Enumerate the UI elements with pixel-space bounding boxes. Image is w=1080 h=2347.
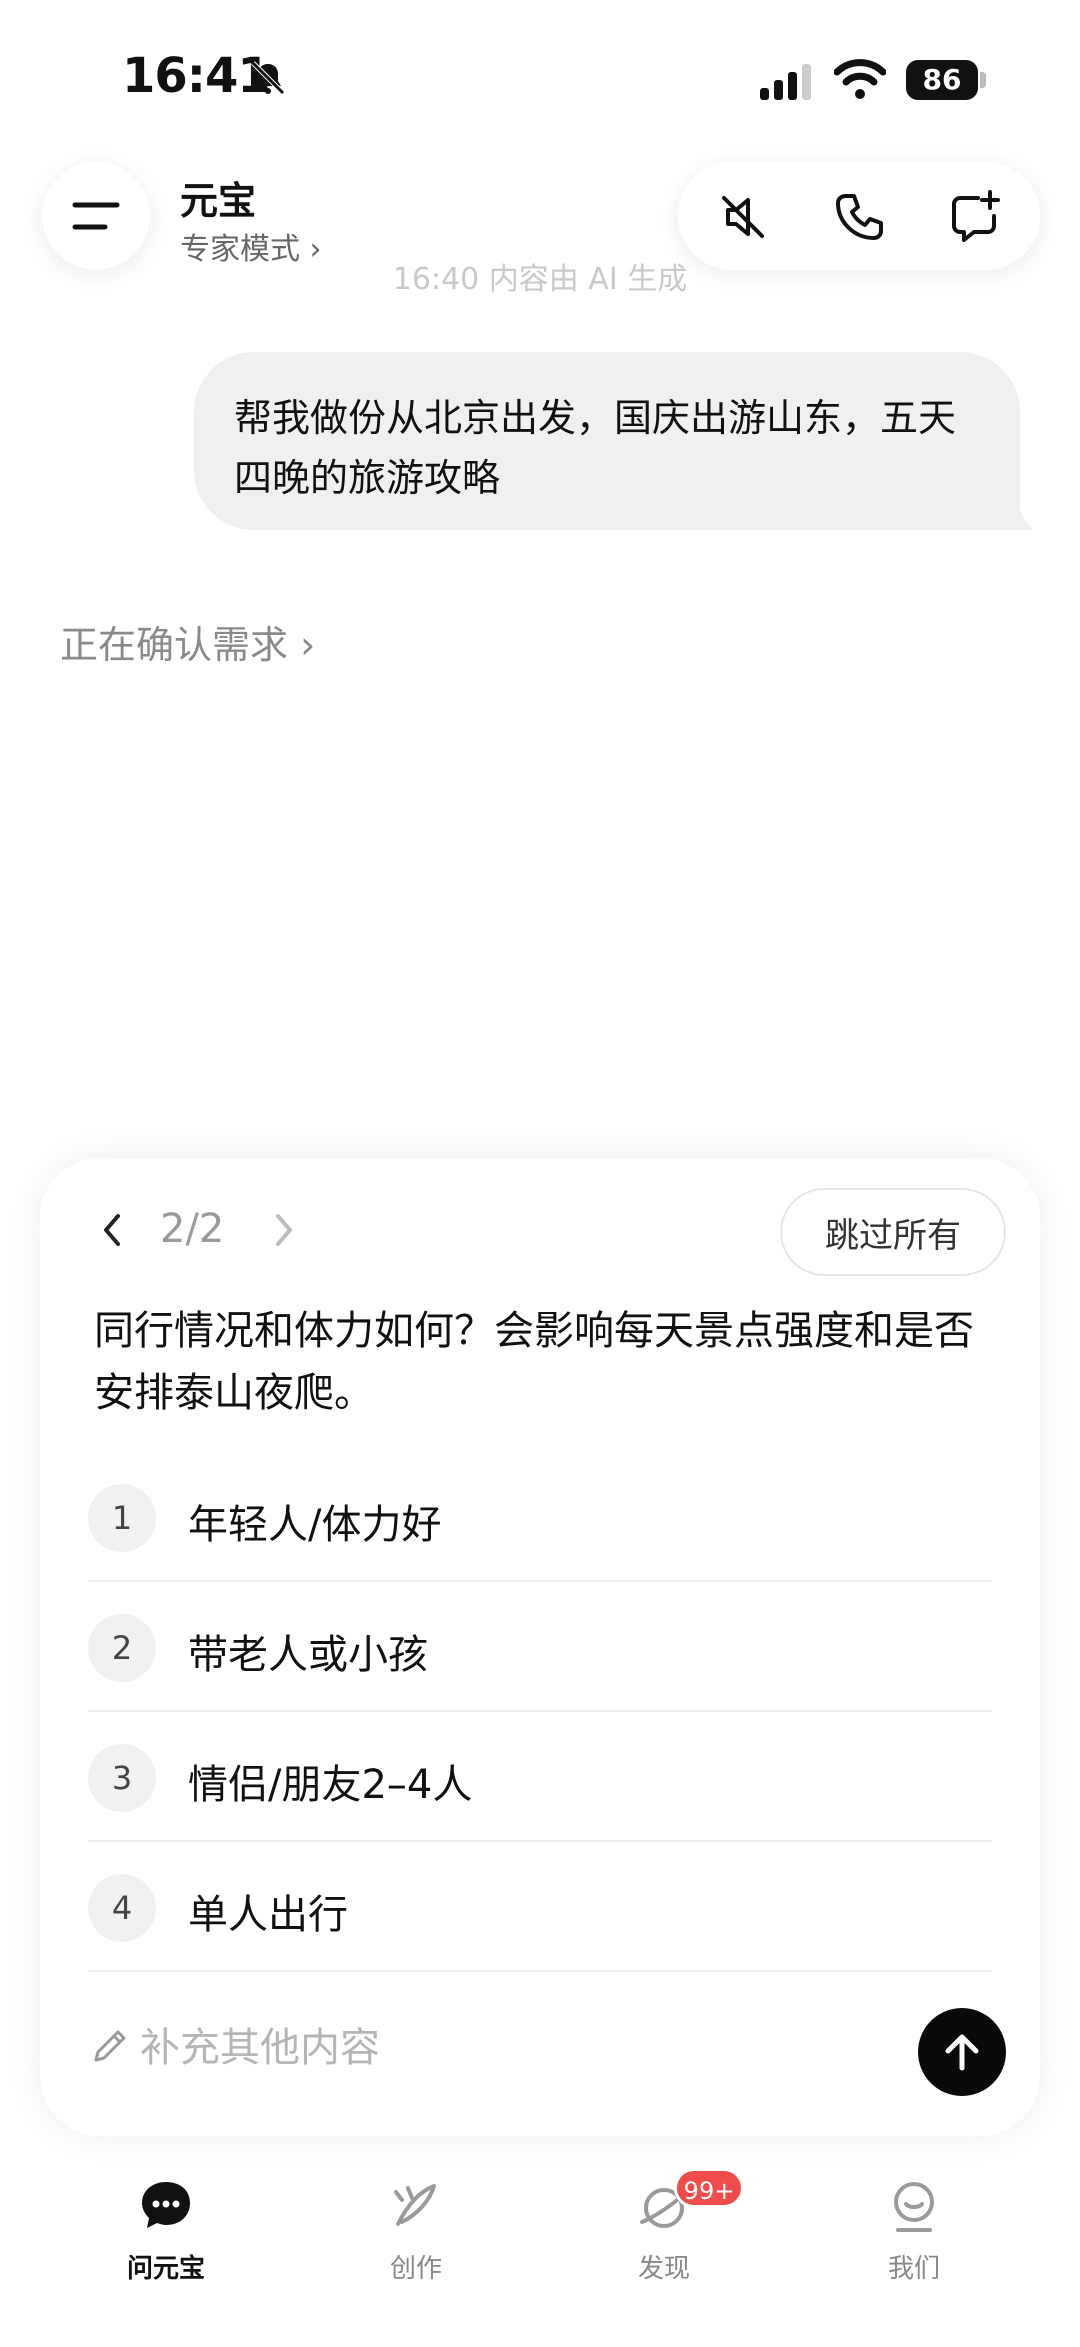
tab-label: 发现 [637, 2254, 690, 2284]
option-number: 4 [88, 1874, 156, 1942]
option-label: 年轻人/体力好 [188, 1502, 442, 1548]
tab-label: 创作 [389, 2254, 442, 2284]
tab-label: 问元宝 [126, 2254, 205, 2284]
battery-indicator: 86 [906, 60, 986, 100]
option-item[interactable]: 1 年轻人/体力好 [88, 1452, 992, 1582]
tab-us[interactable]: 我们 [834, 2178, 994, 2308]
notification-badge: 99+ [674, 2168, 744, 2208]
bell-muted-icon [251, 61, 285, 95]
chevron-right-icon[interactable] [266, 1208, 302, 1252]
option-label: 带老人或小孩 [188, 1632, 428, 1678]
menu-icon [72, 202, 120, 230]
cellular-signal-icon [760, 64, 811, 100]
option-item[interactable]: 3 情侣/朋友2–4人 [88, 1712, 992, 1842]
divider [88, 1970, 992, 1972]
option-label: 情侣/朋友2–4人 [188, 1762, 473, 1808]
phone-icon[interactable] [832, 190, 886, 244]
profile-icon [894, 2182, 934, 2232]
option-label: 单人出行 [188, 1892, 348, 1938]
status-confirming-requirements[interactable]: 正在确认需求 › [60, 614, 315, 669]
speaker-muted-icon[interactable] [716, 190, 770, 244]
pencil-icon [94, 2030, 126, 2062]
message-timestamp: 16:40 内容由 AI 生成 [392, 262, 688, 297]
bubble-tail [1010, 508, 1034, 530]
wifi-icon [834, 59, 886, 99]
chevron-left-icon[interactable] [94, 1208, 130, 1252]
option-number: 3 [88, 1744, 156, 1812]
question-text: 同行情况和体力如何？会影响每天景点强度和是否安排泰山夜爬。 [94, 1308, 974, 1416]
page-title: 元宝 [180, 179, 257, 223]
tab-create[interactable]: 创作 [336, 2178, 496, 2308]
new-chat-icon[interactable] [948, 190, 1002, 244]
create-sparkle-icon [394, 2184, 436, 2226]
option-number: 1 [88, 1484, 156, 1552]
battery-level: 86 [906, 60, 978, 100]
skip-all-button[interactable]: 跳过所有 [780, 1188, 1006, 1276]
arrow-up-icon [945, 2034, 979, 2071]
question-pager: 2/2 [160, 1206, 225, 1252]
send-button[interactable] [918, 2008, 1006, 2096]
option-item[interactable]: 2 带老人或小孩 [88, 1582, 992, 1712]
supplement-input[interactable] [140, 2018, 740, 2078]
option-number: 2 [88, 1614, 156, 1682]
tab-label: 我们 [887, 2254, 940, 2284]
user-message-bubble: 帮我做份从北京出发，国庆出游山东，五天四晚的旅游攻略 [194, 352, 1020, 530]
chat-bubble-icon [142, 2182, 190, 2228]
tab-ask-yuanbao[interactable]: 问元宝 [86, 2178, 246, 2308]
option-item[interactable]: 4 单人出行 [88, 1842, 992, 1972]
